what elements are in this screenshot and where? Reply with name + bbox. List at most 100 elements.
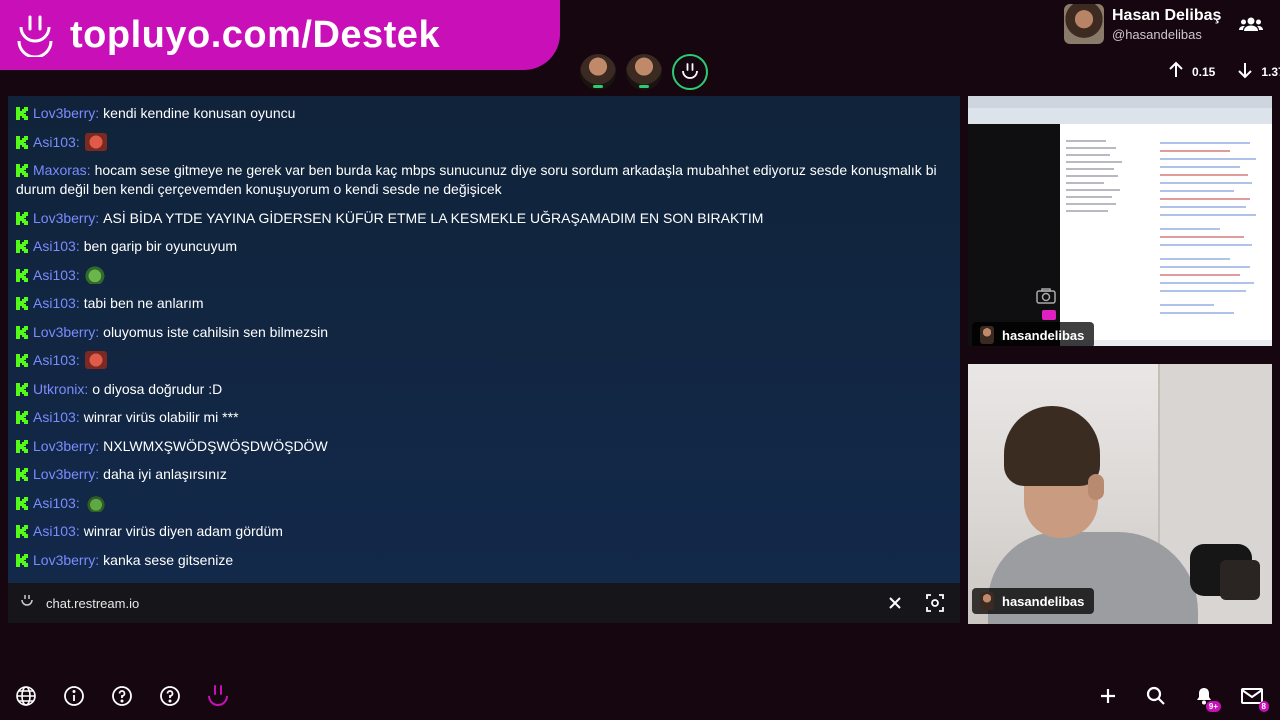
frog-emote-icon bbox=[84, 265, 107, 284]
chat-username[interactable]: Lov3berry bbox=[33, 552, 95, 568]
participant-avatar[interactable] bbox=[580, 54, 616, 90]
topluyo-logo-icon bbox=[0, 0, 70, 70]
webcam-tile[interactable]: hasandelibas bbox=[968, 364, 1272, 624]
chat-username[interactable]: Lov3berry bbox=[33, 466, 95, 482]
chat-username[interactable]: Asi103 bbox=[33, 352, 76, 368]
kick-icon bbox=[16, 411, 28, 424]
chat-message: Asi103: bbox=[16, 493, 952, 513]
arrow-up-icon bbox=[1166, 60, 1186, 83]
avatar bbox=[1064, 4, 1104, 44]
camera-icon bbox=[1036, 288, 1056, 309]
webcam-person-hair bbox=[1004, 406, 1100, 486]
chat-text: NXLWMXŞWÖDŞWÖŞDWÖŞDÖW bbox=[103, 437, 328, 454]
chat-username[interactable]: Utkronix bbox=[33, 381, 84, 397]
help-icon[interactable] bbox=[110, 682, 134, 710]
plus-icon[interactable] bbox=[1096, 682, 1120, 710]
chat-username[interactable]: Lov3berry bbox=[33, 210, 95, 226]
webcam-username: hasandelibas bbox=[1002, 593, 1085, 609]
chat-message: Asi103: tabi ben ne anlarım bbox=[16, 294, 952, 313]
shared-file-tree bbox=[1066, 140, 1126, 217]
info-icon[interactable] bbox=[62, 682, 86, 710]
kick-icon bbox=[16, 268, 28, 282]
chat-colon: : bbox=[84, 380, 89, 397]
bottom-right-toolbar: 9+ 8 bbox=[1096, 682, 1269, 712]
chat-message: Lov3berry: ASİ BİDA YTDE YAYINA GİDERSEN … bbox=[16, 209, 952, 228]
chat-username[interactable]: Lov3berry bbox=[33, 324, 95, 340]
help-icon[interactable] bbox=[158, 682, 182, 710]
chat-colon: : bbox=[95, 209, 100, 226]
chat-username[interactable]: Maxoras bbox=[33, 162, 87, 178]
globe-icon[interactable] bbox=[14, 682, 38, 710]
screen-share-tile[interactable]: hasandelibas bbox=[968, 96, 1272, 346]
kick-icon bbox=[16, 553, 28, 567]
participant-avatar[interactable] bbox=[626, 54, 662, 90]
focus-icon[interactable] bbox=[926, 594, 944, 617]
upload-value: 0.15 bbox=[1192, 64, 1216, 79]
restream-icon bbox=[20, 594, 34, 613]
screen-share-username: hasandelibas bbox=[1002, 327, 1085, 343]
chat-colon: : bbox=[95, 437, 100, 454]
chat-username[interactable]: Asi103 bbox=[33, 134, 76, 150]
chat-username[interactable]: Lov3berry bbox=[33, 105, 95, 121]
kick-icon bbox=[16, 297, 28, 310]
chat-colon: : bbox=[95, 323, 100, 340]
chat-colon: : bbox=[75, 494, 80, 511]
topluyo-participant-icon[interactable] bbox=[672, 54, 708, 90]
banner-text: topluyo.com/Destek bbox=[70, 13, 441, 56]
bell-icon[interactable]: 9+ bbox=[1192, 682, 1221, 712]
chat-text: o diyosa doğrudur :D bbox=[92, 380, 223, 397]
frog2-emote-icon bbox=[84, 493, 107, 512]
chat-colon: : bbox=[95, 105, 100, 121]
chat-message: Asi103: bbox=[16, 351, 952, 370]
users-icon[interactable] bbox=[1238, 12, 1264, 43]
close-icon[interactable] bbox=[886, 594, 904, 617]
mail-badge: 8 bbox=[1258, 701, 1269, 712]
kick-icon bbox=[16, 135, 28, 149]
chat-text: winrar virüs olabilir mi *** bbox=[83, 409, 239, 425]
chat-message: Asi103: winrar virüs diyen adam gördüm bbox=[16, 522, 952, 541]
kick-icon bbox=[16, 354, 28, 367]
chat-colon: : bbox=[86, 162, 91, 178]
kick-icon bbox=[16, 525, 28, 538]
chat-username[interactable]: Asi103 bbox=[33, 409, 76, 425]
topluyo-icon[interactable] bbox=[206, 682, 230, 710]
shared-record-button bbox=[1042, 310, 1056, 320]
kick-icon bbox=[16, 240, 28, 253]
chat-text: ben garip bir oyuncuyum bbox=[83, 238, 238, 254]
chat-text: hocam sese gitmeye ne gerek var ben burd… bbox=[16, 162, 937, 197]
chat-text: ASİ BİDA YTDE YAYINA GİDERSEN KÜFÜR ETME… bbox=[103, 209, 764, 226]
chat-text: kendi kendine konusan oyuncu bbox=[103, 105, 296, 121]
chat-username[interactable]: Lov3berry bbox=[33, 438, 95, 454]
arrow-down-icon bbox=[1235, 60, 1255, 83]
chat-messages: Lov3berry: kendi kendine konusan oyuncu As… bbox=[8, 96, 960, 570]
search-icon[interactable] bbox=[1144, 682, 1168, 710]
chat-text: winrar virüs diyen adam gördüm bbox=[83, 523, 283, 539]
mail-icon[interactable]: 8 bbox=[1240, 682, 1269, 712]
kick-icon bbox=[16, 325, 28, 339]
brand-banner[interactable]: topluyo.com/Destek bbox=[0, 0, 560, 70]
kick-icon bbox=[16, 211, 28, 225]
chat-message: Lov3berry: kendi kendine konusan oyuncu bbox=[16, 104, 952, 123]
webcam-person-ear bbox=[1088, 474, 1104, 500]
chat-username[interactable]: Asi103 bbox=[33, 295, 76, 311]
user-profile[interactable]: Hasan Delibaş @hasandelibas bbox=[1064, 4, 1221, 44]
chat-username[interactable]: Asi103 bbox=[33, 495, 76, 511]
chat-colon: : bbox=[75, 295, 80, 311]
chat-message: Asi103: ben garip bir oyuncuyum bbox=[16, 237, 952, 256]
chat-username[interactable]: Asi103 bbox=[33, 238, 76, 254]
chat-panel[interactable]: Lov3berry: kendi kendine konusan oyuncu As… bbox=[8, 96, 960, 583]
chat-message: Asi103: winrar virüs olabilir mi *** bbox=[16, 408, 952, 427]
kick-icon bbox=[16, 496, 28, 510]
chat-text: kanka sese gitsenize bbox=[103, 551, 234, 568]
angry-emote-icon bbox=[84, 351, 107, 369]
avatar bbox=[980, 326, 994, 344]
kick-icon bbox=[16, 107, 28, 120]
chat-colon: : bbox=[75, 238, 80, 254]
chat-username[interactable]: Asi103 bbox=[33, 267, 76, 283]
kick-icon bbox=[16, 164, 28, 177]
chat-colon: : bbox=[95, 551, 100, 568]
chat-colon: : bbox=[75, 133, 80, 150]
chat-colon: : bbox=[75, 409, 80, 425]
chat-message: Maxoras: hocam sese gitmeye ne gerek var … bbox=[16, 161, 952, 199]
chat-username[interactable]: Asi103 bbox=[33, 523, 76, 539]
